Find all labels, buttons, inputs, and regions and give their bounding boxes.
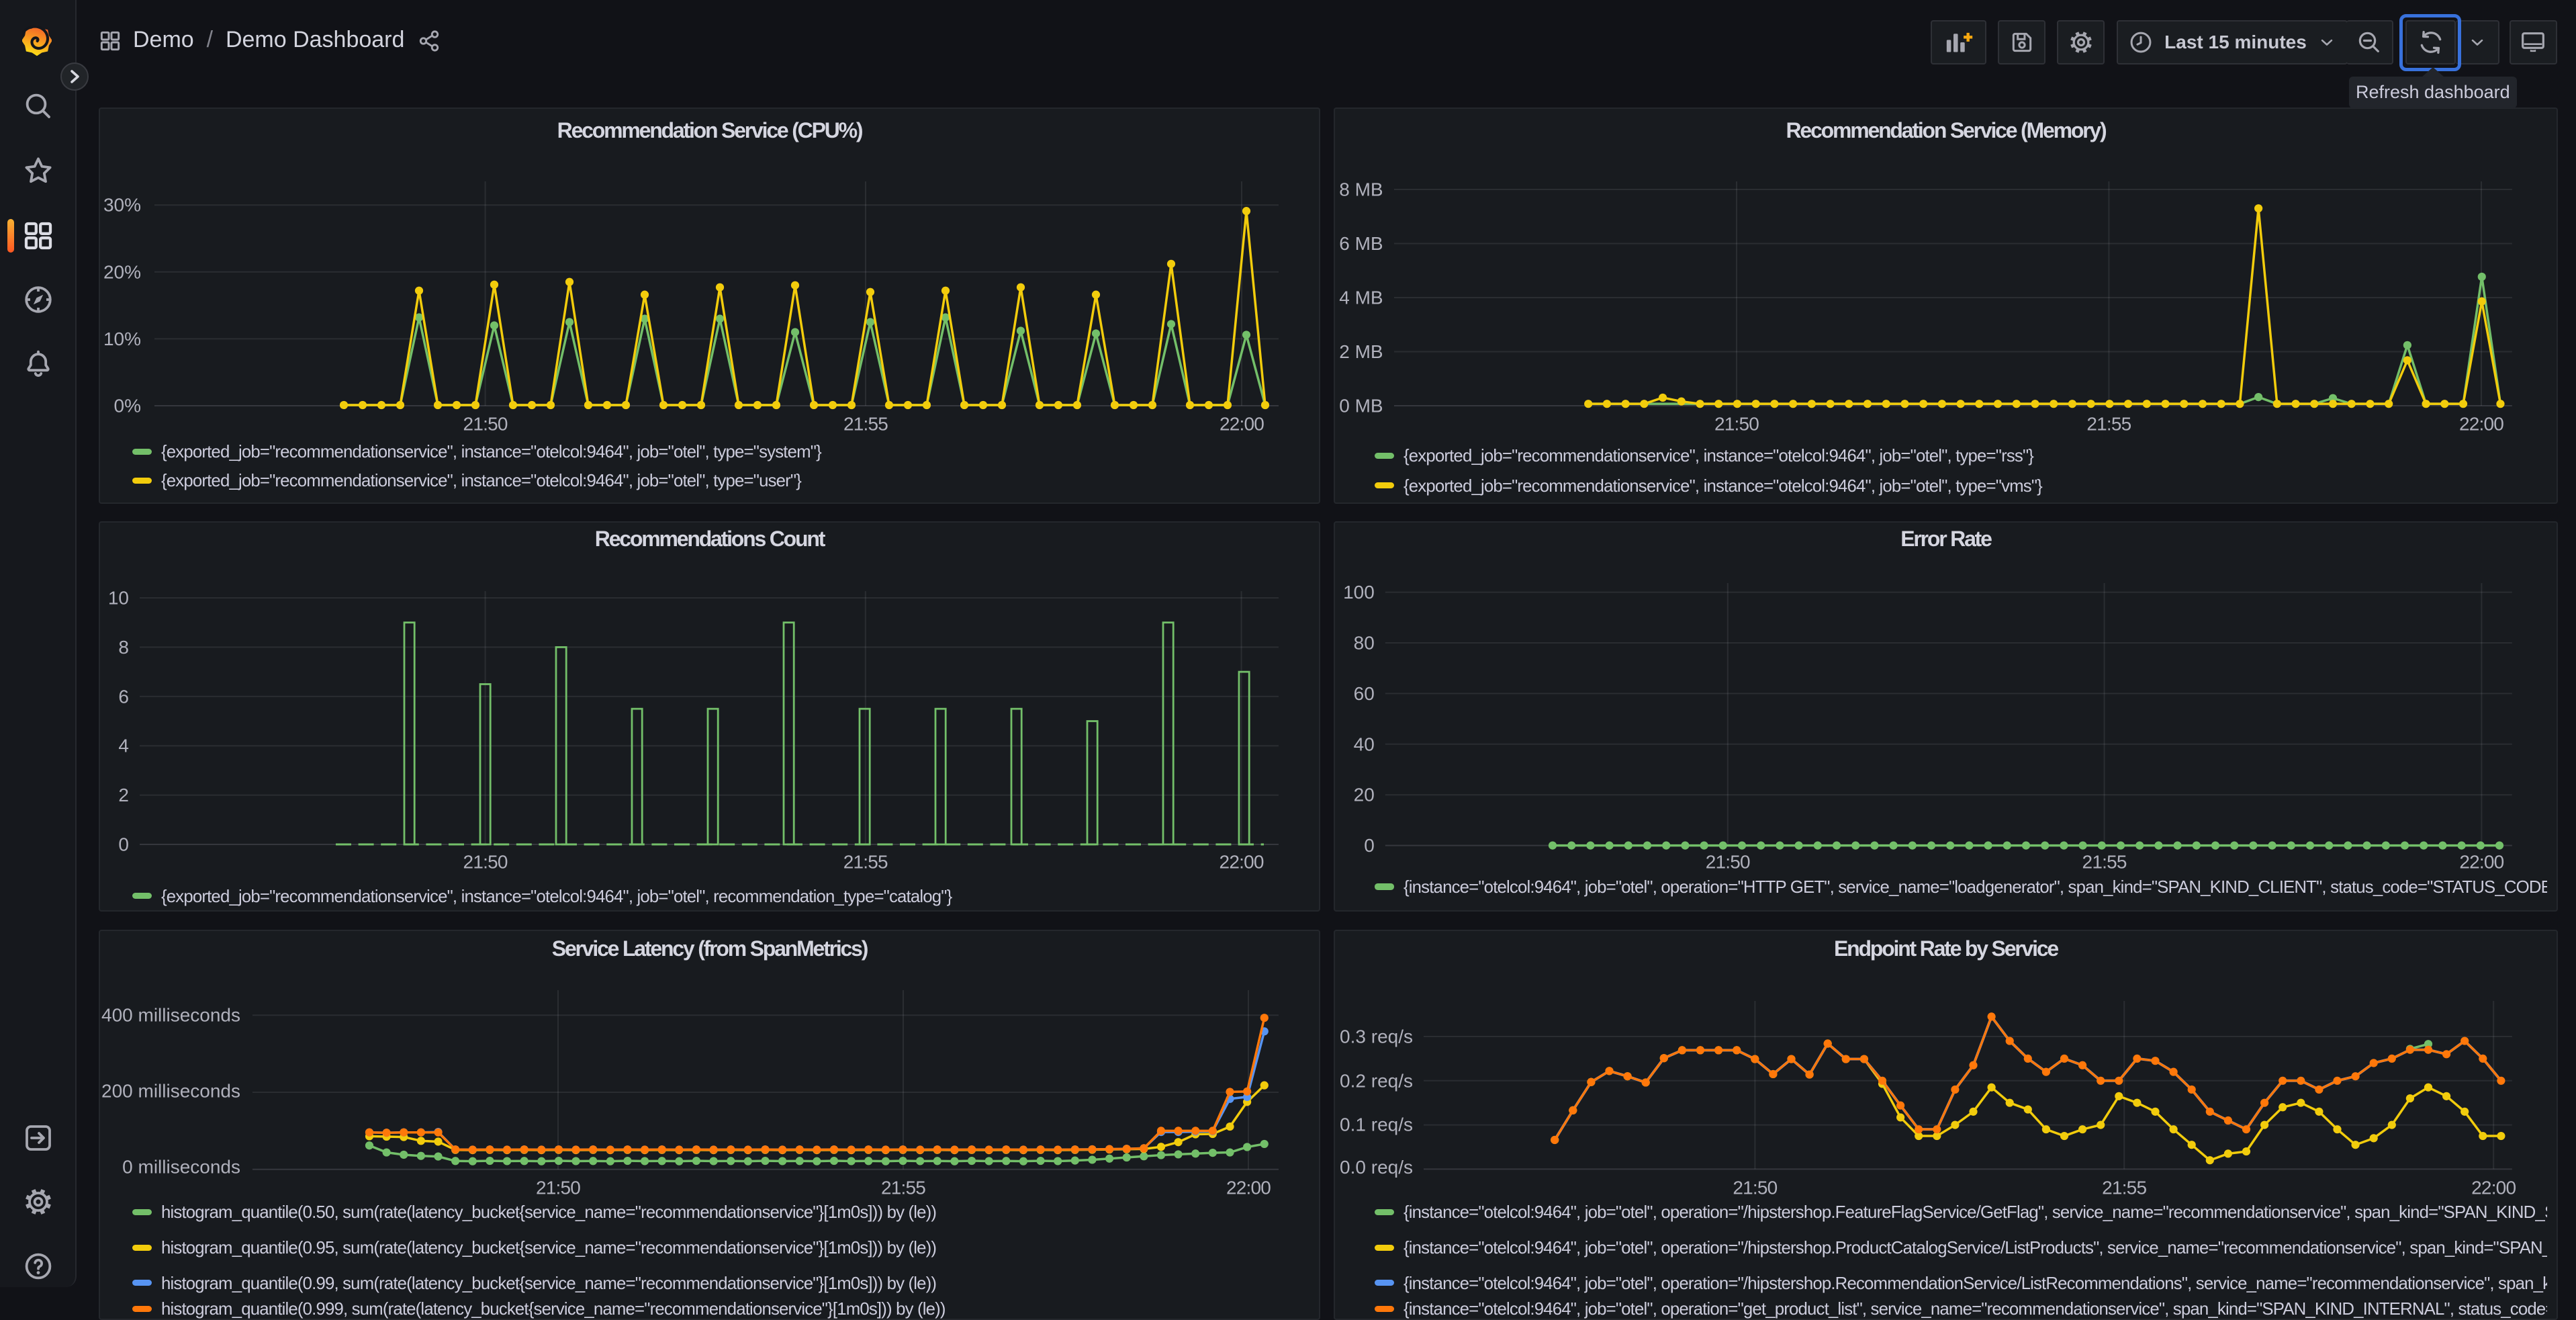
svg-text:21:55: 21:55	[843, 414, 888, 435]
svg-text:22:00: 22:00	[2471, 1178, 2516, 1198]
svg-text:4: 4	[118, 736, 129, 756]
svg-text:100: 100	[1343, 582, 1375, 603]
svg-text:21:50: 21:50	[463, 414, 508, 435]
svg-text:22:00: 22:00	[1220, 852, 1264, 873]
svg-text:21:50: 21:50	[536, 1178, 580, 1198]
svg-text:10: 10	[108, 588, 129, 609]
svg-text:21:55: 21:55	[881, 1178, 925, 1198]
svg-text:0%: 0%	[114, 396, 141, 416]
svg-text:0.3 req/s: 0.3 req/s	[1340, 1026, 1413, 1047]
svg-text:2: 2	[118, 785, 129, 805]
svg-text:4 MB: 4 MB	[1339, 288, 1383, 308]
svg-text:21:55: 21:55	[2082, 852, 2127, 873]
svg-text:21:55: 21:55	[843, 852, 888, 873]
svg-text:10%: 10%	[103, 328, 141, 349]
svg-text:21:50: 21:50	[1733, 1178, 1777, 1198]
svg-text:22:00: 22:00	[1226, 1178, 1271, 1198]
svg-text:0.0 req/s: 0.0 req/s	[1340, 1157, 1413, 1178]
svg-text:21:50: 21:50	[1714, 414, 1759, 435]
svg-text:6 MB: 6 MB	[1339, 233, 1383, 254]
svg-text:22:00: 22:00	[1220, 414, 1264, 435]
svg-text:0 milliseconds: 0 milliseconds	[122, 1157, 240, 1178]
svg-text:0.2 req/s: 0.2 req/s	[1340, 1070, 1413, 1091]
svg-text:40: 40	[1354, 734, 1375, 754]
svg-text:8 MB: 8 MB	[1339, 179, 1383, 200]
svg-text:22:00: 22:00	[2459, 414, 2503, 435]
svg-text:21:55: 21:55	[2086, 414, 2131, 435]
svg-text:22:00: 22:00	[2459, 852, 2503, 873]
svg-text:400 milliseconds: 400 milliseconds	[101, 1005, 240, 1026]
svg-text:6: 6	[118, 686, 129, 707]
svg-text:0 MB: 0 MB	[1339, 396, 1383, 416]
svg-text:20: 20	[1354, 785, 1375, 805]
svg-text:2 MB: 2 MB	[1339, 341, 1383, 362]
svg-text:20%: 20%	[103, 261, 141, 282]
svg-text:80: 80	[1354, 633, 1375, 654]
svg-text:8: 8	[118, 637, 129, 658]
svg-text:0.1 req/s: 0.1 req/s	[1340, 1114, 1413, 1135]
svg-text:30%: 30%	[103, 195, 141, 216]
svg-text:60: 60	[1354, 683, 1375, 704]
svg-text:21:55: 21:55	[2102, 1178, 2146, 1198]
svg-text:21:50: 21:50	[1706, 852, 1750, 873]
svg-text:0: 0	[118, 834, 129, 855]
svg-text:200 milliseconds: 200 milliseconds	[101, 1081, 240, 1102]
svg-text:21:50: 21:50	[463, 852, 508, 873]
svg-text:0: 0	[1364, 835, 1375, 856]
